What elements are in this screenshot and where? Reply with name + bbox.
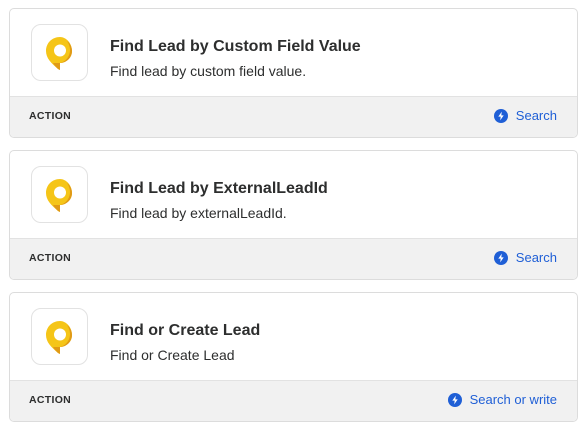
- card-footer: ACTION Search: [10, 96, 577, 137]
- card-description: Find lead by externalLeadId.: [110, 205, 287, 221]
- action-link-label: Search: [515, 250, 557, 265]
- search-action-link[interactable]: Search: [493, 250, 557, 265]
- card-title: Find or Create Lead: [110, 322, 261, 339]
- card-body: Find Lead by Custom Field Value Find lea…: [10, 9, 577, 98]
- action-card[interactable]: Find Lead by ExternalLeadId Find lead by…: [9, 150, 578, 280]
- card-footer: ACTION Search: [10, 238, 577, 279]
- card-body: Find Lead by ExternalLeadId Find lead by…: [10, 151, 577, 240]
- step-type-label: ACTION: [29, 252, 72, 264]
- location-pin-icon: [46, 37, 72, 70]
- search-or-write-action-link[interactable]: Search or write: [447, 392, 557, 407]
- card-body: Find or Create Lead Find or Create Lead: [10, 293, 577, 382]
- action-card[interactable]: Find Lead by Custom Field Value Find lea…: [9, 8, 578, 138]
- app-logo-tile: [31, 308, 88, 365]
- bolt-icon: [493, 250, 508, 265]
- action-link-label: Search: [515, 108, 557, 123]
- action-card-list: Find Lead by Custom Field Value Find lea…: [0, 0, 586, 431]
- action-link-label: Search or write: [469, 392, 557, 407]
- card-description: Find or Create Lead: [110, 347, 235, 363]
- step-type-label: ACTION: [29, 394, 72, 406]
- bolt-icon: [447, 392, 462, 407]
- app-logo-tile: [31, 166, 88, 223]
- search-action-link[interactable]: Search: [493, 108, 557, 123]
- card-title: Find Lead by ExternalLeadId: [110, 180, 328, 197]
- location-pin-icon: [46, 321, 72, 354]
- action-card[interactable]: Find or Create Lead Find or Create Lead …: [9, 292, 578, 422]
- card-footer: ACTION Search or write: [10, 380, 577, 421]
- location-pin-icon: [46, 179, 72, 212]
- card-title: Find Lead by Custom Field Value: [110, 38, 361, 55]
- app-logo-tile: [31, 24, 88, 81]
- bolt-icon: [493, 108, 508, 123]
- step-type-label: ACTION: [29, 110, 72, 122]
- card-description: Find lead by custom field value.: [110, 63, 307, 79]
